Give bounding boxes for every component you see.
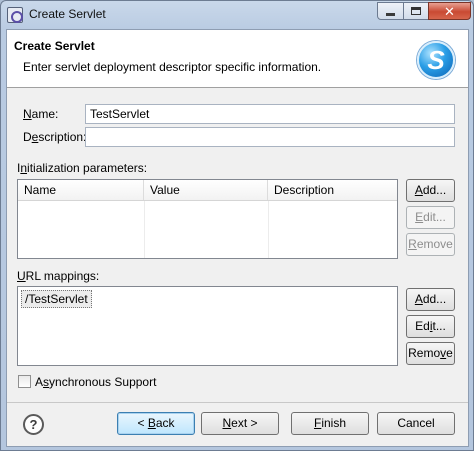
close-icon: ✕ [444, 3, 455, 19]
init-params-table[interactable]: Name Value Description [17, 179, 398, 259]
close-button[interactable]: ✕ [428, 2, 471, 20]
url-mappings-label: URL mappings: [17, 269, 100, 283]
description-field[interactable] [85, 127, 455, 147]
cancel-button[interactable]: Cancel [377, 412, 455, 435]
init-params-remove-button[interactable]: Remove [406, 233, 455, 256]
async-support-checkbox[interactable] [18, 375, 31, 388]
init-params-edit-button[interactable]: Edit... [406, 206, 455, 229]
banner-description: Enter servlet deployment descriptor spec… [23, 60, 322, 74]
init-params-add-button[interactable]: Add... [406, 179, 455, 202]
async-support-label: Asynchronous Support [35, 375, 157, 389]
next-button[interactable]: Next > [201, 412, 279, 435]
minimize-button[interactable] [377, 2, 404, 20]
eclipse-app-icon [7, 7, 23, 23]
maximize-icon [411, 7, 421, 15]
minimize-icon [386, 13, 395, 16]
window-title: Create Servlet [29, 7, 106, 21]
wizard-banner: Create Servlet Enter servlet deployment … [7, 30, 468, 88]
banner-title: Create Servlet [14, 39, 95, 53]
column-divider [268, 201, 269, 258]
list-item[interactable]: /TestServlet [21, 290, 92, 308]
dialog-client-area: Create Servlet Enter servlet deployment … [6, 29, 469, 447]
table-header: Name Value Description [18, 180, 397, 201]
title-bar[interactable]: Create Servlet ✕ [1, 1, 473, 29]
url-mappings-edit-button[interactable]: Edit... [406, 315, 455, 338]
help-icon[interactable]: ? [23, 414, 44, 435]
column-header-name[interactable]: Name [18, 180, 144, 200]
create-servlet-window: Create Servlet ✕ Create Servlet Enter se… [0, 0, 474, 451]
description-label: Description: [23, 130, 87, 144]
servlet-logo-icon: S [417, 41, 455, 79]
url-mappings-remove-button[interactable]: Remove [406, 342, 455, 365]
column-header-value[interactable]: Value [144, 180, 268, 200]
column-divider [144, 201, 145, 258]
init-params-label: Initialization parameters: [17, 161, 148, 175]
back-button[interactable]: < Back [117, 412, 195, 435]
url-mappings-add-button[interactable]: Add... [406, 288, 455, 311]
maximize-button[interactable] [403, 2, 429, 20]
name-label: Name: [23, 107, 59, 121]
finish-button[interactable]: Finish [291, 412, 369, 435]
name-field[interactable]: TestServlet [85, 104, 455, 124]
column-header-description[interactable]: Description [268, 180, 397, 200]
url-mappings-list[interactable]: /TestServlet [17, 286, 398, 366]
footer-separator [7, 402, 468, 403]
